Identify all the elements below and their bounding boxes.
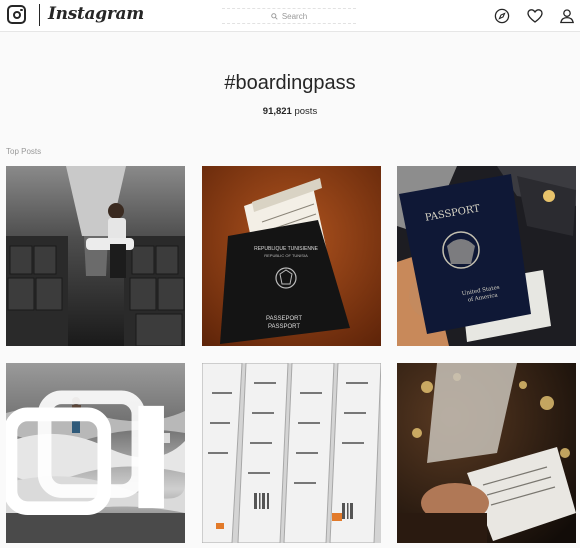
heart-icon[interactable] <box>527 8 543 24</box>
search-icon <box>271 12 278 20</box>
post-tile-tunisia-passport[interactable]: REPUBLIQUE TUNISIENNE REPUBLIC OF TUNISI… <box>202 166 381 346</box>
post-image-us-passport: PASSPORT United States of America <box>397 166 576 346</box>
post-count-number: 91,821 <box>262 106 292 117</box>
instagram-logo-icon[interactable] <box>7 5 26 24</box>
profile-icon[interactable] <box>559 8 575 24</box>
search-placeholder: Search <box>281 11 308 21</box>
search-input[interactable]: Search <box>222 8 356 24</box>
post-count-suffix: posts <box>291 106 318 117</box>
post-tile-airplane-cabin[interactable] <box>6 166 185 346</box>
passport-text: PASSPORT <box>268 324 300 330</box>
instagram-wordmark[interactable]: Instagram <box>48 4 144 24</box>
top-nav: Instagram Search <box>0 0 580 32</box>
passport-text: PASSEPORT <box>266 316 302 322</box>
post-tile-boarding-pass-night[interactable] <box>397 363 576 543</box>
multiple-photos-icon <box>6 390 164 515</box>
post-tile-boarding-pass-stack[interactable] <box>202 363 381 543</box>
post-image-airplane-cabin <box>6 166 185 346</box>
passport-text: REPUBLIC OF TUNISIA <box>264 253 308 258</box>
post-image-boarding-pass-stack <box>202 363 381 543</box>
hashtag-title: #boardingpass <box>224 72 356 94</box>
post-count: 91,821 posts <box>0 106 580 117</box>
passport-text: REPUBLIQUE TUNISIENNE <box>254 246 318 252</box>
nav-divider <box>39 4 40 26</box>
post-image-tunisia-passport: REPUBLIQUE TUNISIENNE REPUBLIC OF TUNISI… <box>202 166 381 346</box>
post-image-boarding-pass-night <box>397 363 576 543</box>
top-posts-label: Top Posts <box>6 147 42 156</box>
explore-compass-icon[interactable] <box>494 8 510 24</box>
post-tile-us-passport[interactable]: PASSPORT United States of America <box>397 166 576 346</box>
post-tile-beach-waves[interactable] <box>6 363 185 543</box>
